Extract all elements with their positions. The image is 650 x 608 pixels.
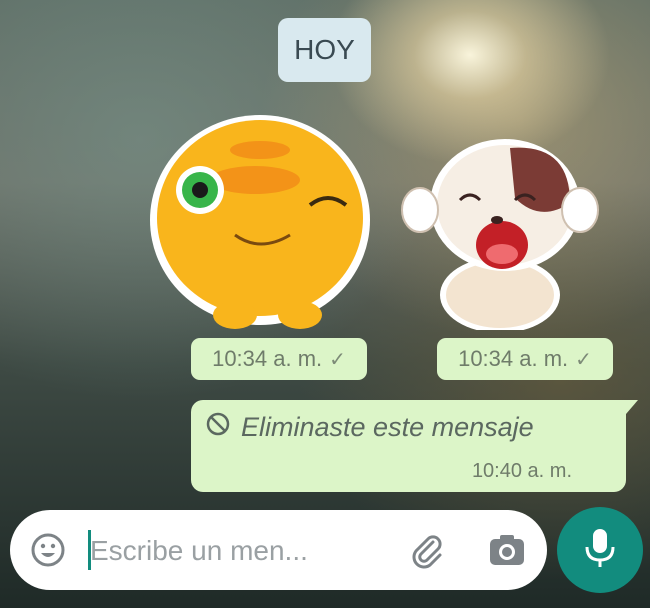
sticker-timestamp: 10:34 a. m. ✓: [191, 338, 367, 380]
sent-check-icon: ✓: [575, 348, 592, 371]
deleted-message: Eliminaste este mensaje: [205, 411, 534, 444]
emoji-icon[interactable]: [28, 530, 68, 570]
sent-check-icon: ✓: [329, 348, 346, 371]
deleted-message-bubble[interactable]: Eliminaste este mensaje 10:40 a. m.: [191, 400, 638, 492]
deleted-message-text: Eliminaste este mensaje: [241, 412, 534, 442]
yellow-ball-sticker[interactable]: [140, 110, 370, 340]
message-composer[interactable]: Escribe un men...: [10, 510, 547, 590]
sticker-timestamp: 10:34 a. m. ✓: [437, 338, 613, 380]
paperclip-icon[interactable]: [406, 530, 446, 570]
message-timestamp: 10:40 a. m.: [471, 460, 572, 482]
camera-icon[interactable]: [486, 530, 528, 570]
day-label: HOY: [278, 18, 371, 82]
puppy-art: [401, 139, 599, 333]
microphone-icon: [583, 527, 617, 574]
prohibited-icon: [205, 411, 231, 444]
message-input[interactable]: Escribe un men...: [90, 535, 308, 567]
microphone-button[interactable]: [557, 507, 643, 593]
bubble-tail: [626, 400, 638, 414]
yellow-ball-art: [150, 115, 370, 329]
puppy-sticker[interactable]: [390, 130, 605, 333]
